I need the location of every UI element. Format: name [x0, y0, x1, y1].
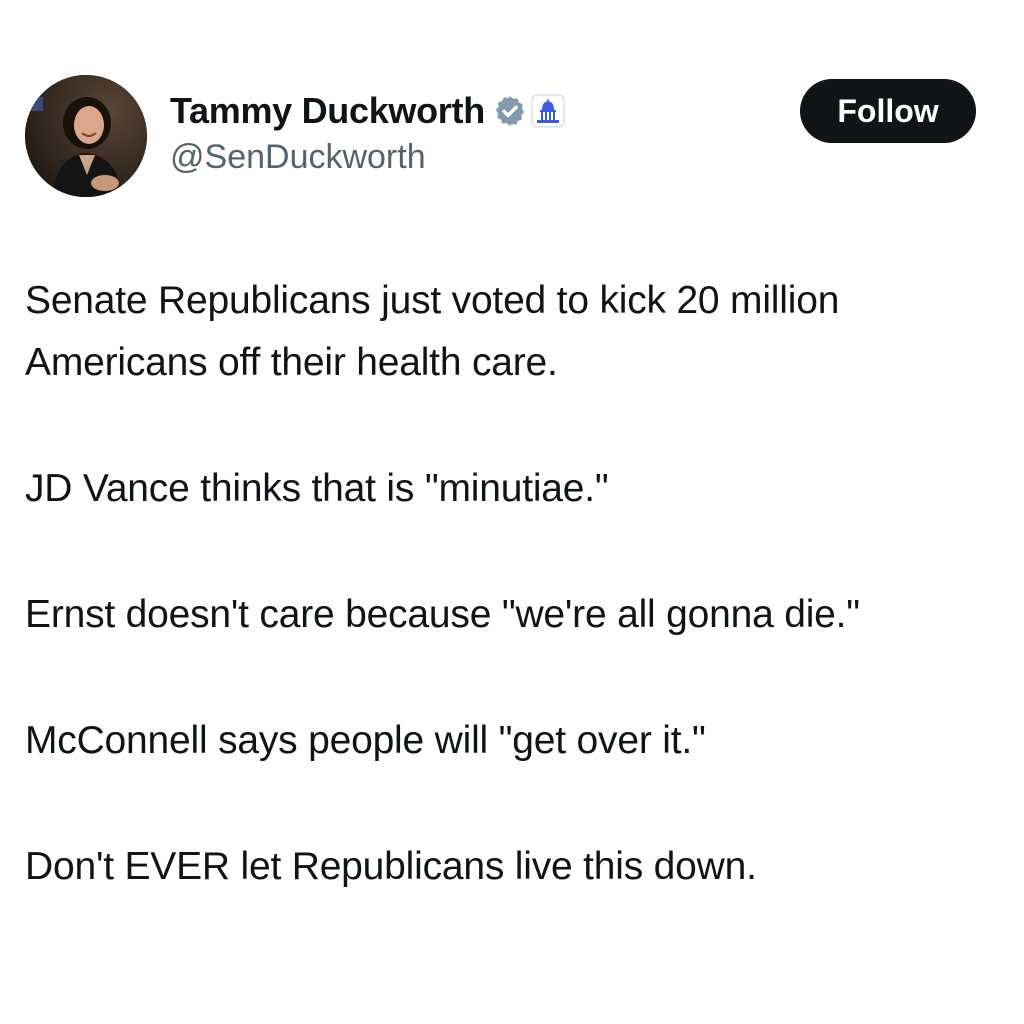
author-name-row: Tammy Duckworth	[170, 88, 565, 134]
tweet-paragraph: Ernst doesn't care because "we're all go…	[25, 593, 860, 636]
follow-button[interactable]: Follow	[800, 79, 976, 143]
tweet-paragraph: McConnell says people will "get over it.…	[25, 719, 706, 762]
tweet-text: Senate Republicans just voted to kick 20…	[25, 270, 985, 898]
tweet-paragraph: Don't EVER let Republicans live this dow…	[25, 845, 757, 888]
tweet-paragraph: JD Vance thinks that is "minutiae."	[25, 467, 609, 510]
avatar[interactable]	[25, 75, 147, 197]
tweet-paragraph: Senate Republicans just voted to kick 20…	[25, 279, 840, 384]
author-display-name[interactable]: Tammy Duckworth	[170, 90, 485, 132]
post-card: Tammy Duckworth @SenDuckworth Follow Sen…	[0, 0, 1024, 1024]
avatar-photo	[25, 75, 147, 197]
author-handle[interactable]: @SenDuckworth	[170, 138, 426, 177]
verified-badge-icon[interactable]	[493, 94, 527, 128]
capitol-building-icon[interactable]	[531, 94, 565, 128]
